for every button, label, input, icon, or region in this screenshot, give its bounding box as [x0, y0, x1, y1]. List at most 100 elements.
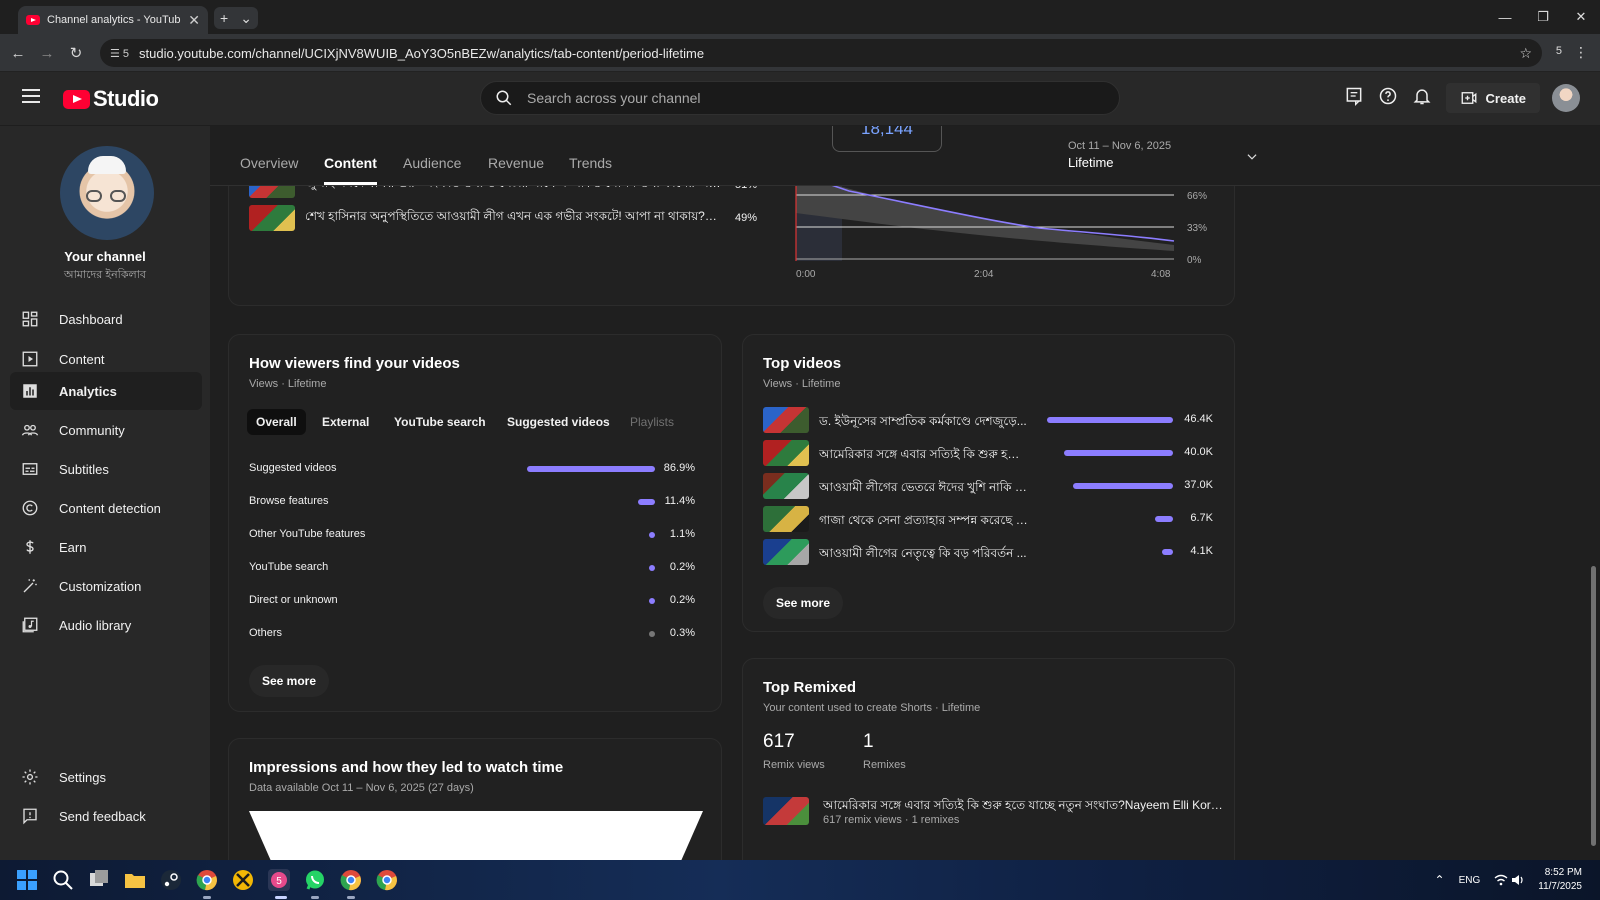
logo-text: Studio: [93, 86, 159, 111]
card-title: Top videos: [763, 355, 842, 372]
restore-button[interactable]: ❐: [1524, 0, 1562, 34]
remixes-label: Remixes: [863, 759, 906, 771]
reload-icon[interactable]: ↻: [66, 43, 86, 63]
whatsapp-icon[interactable]: [304, 869, 326, 891]
top-video-row[interactable]: আওয়ামী লীগের ভেতরে ঈদের খুশি নাকি ন... 3…: [763, 473, 1213, 499]
sidebar-item-customization[interactable]: Customization: [10, 567, 202, 605]
channel-avatar[interactable]: [60, 146, 154, 240]
tray-chevron-up-icon[interactable]: ⌃: [1435, 873, 1445, 887]
analytics-main: জুলাই সনদে স্বাক্ষর শুরু" সংক্রান্ত তথ্য…: [210, 126, 1600, 860]
traffic-source-row[interactable]: Suggested videos 86.9%: [249, 459, 695, 479]
sidebar-item-subtitles[interactable]: Subtitles: [10, 450, 202, 488]
top-video-bar: [1047, 417, 1173, 423]
windows-start-icon[interactable]: [16, 869, 38, 891]
wifi-volume-icon[interactable]: [1494, 873, 1524, 887]
see-more-button[interactable]: See more: [763, 587, 844, 619]
chrome-icon[interactable]: [196, 869, 218, 891]
top-videos-card: Top videos Views · Lifetime ড. ইউনূসের স…: [742, 334, 1235, 632]
chrome-profile-icon[interactable]: [376, 869, 398, 891]
new-tab-button[interactable]: +: [220, 10, 228, 26]
address-bar[interactable]: ☰ 5 studio.youtube.com/channel/UCIXjNV8W…: [100, 39, 1542, 67]
file-explorer-icon[interactable]: [124, 869, 146, 891]
date-range-label: Lifetime: [1068, 155, 1114, 170]
task-view-icon[interactable]: [88, 869, 110, 891]
tab-audience[interactable]: Audience: [403, 155, 461, 171]
menu-icon[interactable]: [22, 89, 40, 103]
taskbar-search-icon[interactable]: [52, 869, 74, 891]
bookmark-star-icon[interactable]: ☆: [1519, 45, 1532, 62]
sidebar-item-send-feedback[interactable]: Send feedback: [10, 797, 202, 835]
chrome-profile-icon[interactable]: [340, 869, 362, 891]
tab-revenue[interactable]: Revenue: [488, 155, 544, 171]
close-window-button[interactable]: ✕: [1562, 0, 1600, 34]
filter-suggested-videos[interactable]: Suggested videos: [498, 409, 619, 435]
sidebar-item-label: Earn: [59, 539, 87, 555]
traffic-source-pct: 11.4%: [664, 495, 695, 507]
traffic-source-row[interactable]: YouTube search 0.2%: [249, 558, 695, 578]
traffic-source-label: YouTube search: [249, 561, 329, 573]
sidebar-item-earn[interactable]: Earn: [10, 528, 202, 566]
retention-chart: 66% 33% 0% 0:00 2:04 4:08: [795, 173, 1207, 280]
top-video-row[interactable]: আমেরিকার সঙ্গে এবার সত্যিই কি শুরু হতে..…: [763, 440, 1213, 466]
impressions-funnel-chart: [249, 811, 703, 860]
traffic-source-row[interactable]: Others 0.3%: [249, 624, 695, 644]
sidebar-item-analytics[interactable]: Analytics: [10, 372, 202, 410]
top-video-title: আমেরিকার সঙ্গে এবার সত্যিই কি শুরু হতে..…: [819, 447, 1029, 461]
studio-logo[interactable]: Studio: [63, 86, 159, 112]
language-indicator[interactable]: ENG: [1459, 875, 1481, 886]
account-avatar[interactable]: [1552, 84, 1580, 112]
tab-trends[interactable]: Trends: [569, 155, 612, 171]
filter-youtube-search[interactable]: YouTube search: [385, 409, 495, 435]
content-icon: [22, 351, 38, 367]
traffic-source-row[interactable]: Browse features 11.4%: [249, 492, 695, 512]
tab-search-button[interactable]: ⌄: [240, 10, 252, 27]
video-thumbnail: [763, 473, 809, 499]
card-title: Impressions and how they led to watch ti…: [249, 759, 564, 776]
page-scrollbar[interactable]: [1591, 566, 1596, 846]
top-video-row[interactable]: গাজা থেকে সেনা প্রত্যাহার সম্পন্ন করেছে …: [763, 506, 1213, 532]
video-thumbnail: [763, 797, 809, 825]
retention-row[interactable]: শেখ হাসিনার অনুপস্থিতিতে আওয়ামী লীগ এখন…: [249, 205, 757, 231]
traffic-source-pct: 0.3%: [669, 627, 695, 639]
browser-tab-title: Channel analytics - YouTube Studio: [47, 14, 181, 26]
tab-content[interactable]: Content: [324, 155, 377, 185]
forward-icon[interactable]: →: [37, 43, 57, 63]
system-tray: ⌃ ENG 8:52 PM 11/7/2025: [1435, 866, 1582, 894]
top-video-row[interactable]: ড. ইউনূসের সাম্প্রতিক কর্মকাণ্ডে দেশজুড়…: [763, 407, 1213, 433]
help-icon[interactable]: [1378, 86, 1398, 106]
minimize-button[interactable]: —: [1486, 0, 1524, 34]
sidebar-item-settings[interactable]: Settings: [10, 758, 202, 796]
clock[interactable]: 8:52 PM 11/7/2025: [1538, 866, 1582, 894]
sidebar-item-audio-library[interactable]: Audio library: [10, 606, 202, 644]
xbox-icon[interactable]: [232, 869, 254, 891]
url-text[interactable]: studio.youtube.com/channel/UCIXjNV8WUIB_…: [139, 46, 1509, 61]
see-more-button[interactable]: See more: [249, 665, 330, 697]
search-input[interactable]: Search across your channel: [480, 81, 1120, 115]
filter-overall[interactable]: Overall: [247, 409, 306, 435]
browser-tab[interactable]: Channel analytics - YouTube Studio ✕: [18, 6, 208, 34]
extension-badge[interactable]: 5: [1556, 45, 1562, 57]
traffic-source-row[interactable]: Other YouTube features 1.1%: [249, 525, 695, 545]
sidebar-item-community[interactable]: Community: [10, 411, 202, 449]
sidebar-item-content-detection[interactable]: Content detection: [10, 489, 202, 527]
site-info-icon[interactable]: ☰ 5: [110, 47, 129, 60]
tab-overview[interactable]: Overview: [240, 155, 298, 171]
top-video-views: 40.0K: [1184, 446, 1213, 458]
remixed-video-row[interactable]: আমেরিকার সঙ্গে এবার সত্যিই কি শুরু হতে য…: [763, 797, 1223, 826]
create-video-icon: [1461, 92, 1476, 104]
notifications-bell-icon[interactable]: [1412, 86, 1432, 106]
traffic-source-row[interactable]: Direct or unknown 0.2%: [249, 591, 695, 611]
sidebar-item-dashboard[interactable]: Dashboard: [10, 300, 202, 338]
filter-external[interactable]: External: [313, 409, 378, 435]
back-icon[interactable]: ←: [8, 43, 28, 63]
steam-icon[interactable]: [160, 869, 182, 891]
top-video-row[interactable]: আওয়ামী লীগের নেতৃত্বে কি বড় পরিবর্তন .…: [763, 539, 1213, 565]
browser-app-icon[interactable]: 5: [268, 869, 290, 891]
comments-icon[interactable]: [1344, 86, 1364, 106]
sidebar-item-label: Audio library: [59, 617, 132, 633]
browser-menu-icon[interactable]: ⋮: [1574, 44, 1588, 61]
filter-playlists[interactable]: Playlists: [621, 409, 683, 435]
tab-close-icon[interactable]: ✕: [188, 12, 200, 29]
create-button[interactable]: Create: [1445, 83, 1540, 113]
traffic-source-bar: [649, 631, 655, 637]
